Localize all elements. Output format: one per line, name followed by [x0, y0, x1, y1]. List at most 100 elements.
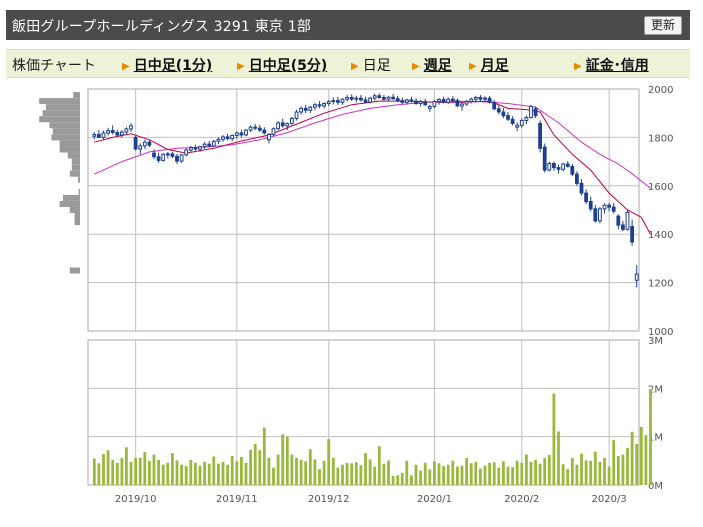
- candlestick: [354, 97, 359, 100]
- price-volume-profile-bar: [69, 267, 80, 274]
- candlestick: [524, 117, 529, 121]
- volume-bar: [584, 460, 588, 485]
- volume-bar: [157, 459, 160, 485]
- volume-bar: [621, 454, 625, 485]
- volume-bar: [364, 453, 367, 485]
- volume-bar: [474, 461, 478, 485]
- candlestick: [184, 149, 189, 156]
- candlestick: [492, 101, 497, 110]
- candlestick: [271, 128, 276, 135]
- volume-bar: [207, 463, 211, 485]
- volume-bar: [639, 427, 643, 485]
- candlestick: [198, 146, 202, 150]
- price-tick-label: 1800: [648, 133, 673, 144]
- volume-bar: [630, 431, 634, 485]
- volume-bar: [322, 460, 326, 485]
- candlestick: [230, 135, 235, 140]
- candlestick: [575, 173, 579, 184]
- volume-bar: [331, 457, 335, 485]
- candlestick: [267, 134, 271, 141]
- date-tick-label: 2019/12: [308, 494, 350, 505]
- volume-bar: [299, 459, 303, 485]
- date-tick-label: 2020/2: [504, 494, 539, 505]
- candlestick: [120, 131, 124, 136]
- volume-bar: [607, 466, 611, 485]
- volume-bar: [111, 459, 115, 485]
- volume-bar: [221, 461, 225, 485]
- volume-bar: [166, 462, 170, 485]
- volume-bar: [419, 470, 422, 485]
- volume-bar: [400, 472, 404, 485]
- candlestick: [616, 215, 621, 226]
- candlestick: [542, 146, 547, 171]
- candlestick: [368, 97, 373, 103]
- volume-bar: [529, 461, 533, 485]
- volume-bar: [575, 464, 579, 485]
- volume-bar: [304, 461, 308, 485]
- candlestick: [161, 153, 166, 161]
- volume-bar: [580, 453, 583, 485]
- volume-bar: [120, 457, 124, 485]
- volume-bar: [377, 446, 381, 485]
- volume-bar: [134, 457, 137, 485]
- candlestick: [336, 100, 340, 103]
- candlestick: [280, 122, 285, 127]
- volume-bar: [497, 467, 501, 485]
- candlestick: [437, 99, 441, 102]
- candlestick: [221, 136, 225, 140]
- candlestick: [207, 143, 212, 147]
- candlestick: [303, 107, 308, 111]
- volume-bar: [189, 459, 193, 485]
- volume-bar: [373, 466, 377, 485]
- candlestick: [404, 99, 409, 103]
- volume-bar: [102, 454, 105, 485]
- volume-bar: [483, 465, 487, 485]
- volume-bar: [511, 467, 514, 485]
- candlestick: [602, 204, 607, 210]
- volume-bar: [488, 462, 491, 485]
- volume-bar: [433, 461, 436, 485]
- candlestick: [552, 163, 556, 169]
- candlestick: [386, 96, 391, 100]
- candlestick: [446, 98, 451, 103]
- volume-bar: [180, 464, 183, 485]
- price-volume-profile-bar: [51, 134, 80, 141]
- volume-bar: [437, 463, 441, 486]
- price-tick-label: 1600: [648, 182, 673, 193]
- candlestick: [423, 101, 428, 106]
- volume-bar: [446, 464, 450, 485]
- candlestick: [345, 97, 350, 100]
- candlestick: [395, 98, 400, 102]
- candlestick: [147, 141, 152, 146]
- volume-bar: [469, 463, 473, 486]
- candlestick: [538, 122, 543, 149]
- volume-bar: [598, 461, 602, 485]
- candlestick: [294, 111, 299, 119]
- volume-bar: [240, 457, 243, 485]
- volume-bar: [143, 452, 147, 485]
- candlestick: [570, 165, 575, 175]
- volume-bar: [138, 457, 142, 485]
- candlestick: [156, 156, 161, 161]
- price-volume-profile-bar: [71, 164, 80, 171]
- candlestick: [313, 104, 317, 108]
- candlestick: [92, 134, 97, 137]
- candlestick: [138, 145, 143, 150]
- volume-bar: [557, 431, 560, 485]
- candlestick: [129, 125, 133, 130]
- volume-bar: [125, 447, 128, 485]
- price-panel: [87, 88, 640, 332]
- candlestick: [464, 101, 469, 105]
- candlestick: [432, 101, 437, 107]
- candlestick: [308, 106, 313, 111]
- candlestick: [110, 130, 115, 134]
- price-volume-profile-bar: [59, 146, 80, 153]
- candlestick: [565, 163, 570, 167]
- volume-bar: [106, 450, 110, 485]
- candlestick: [175, 155, 179, 162]
- candlestick: [382, 97, 386, 100]
- volume-bar: [626, 447, 629, 485]
- candlestick: [556, 167, 561, 170]
- candlestick: [188, 147, 193, 151]
- candlestick: [634, 273, 639, 281]
